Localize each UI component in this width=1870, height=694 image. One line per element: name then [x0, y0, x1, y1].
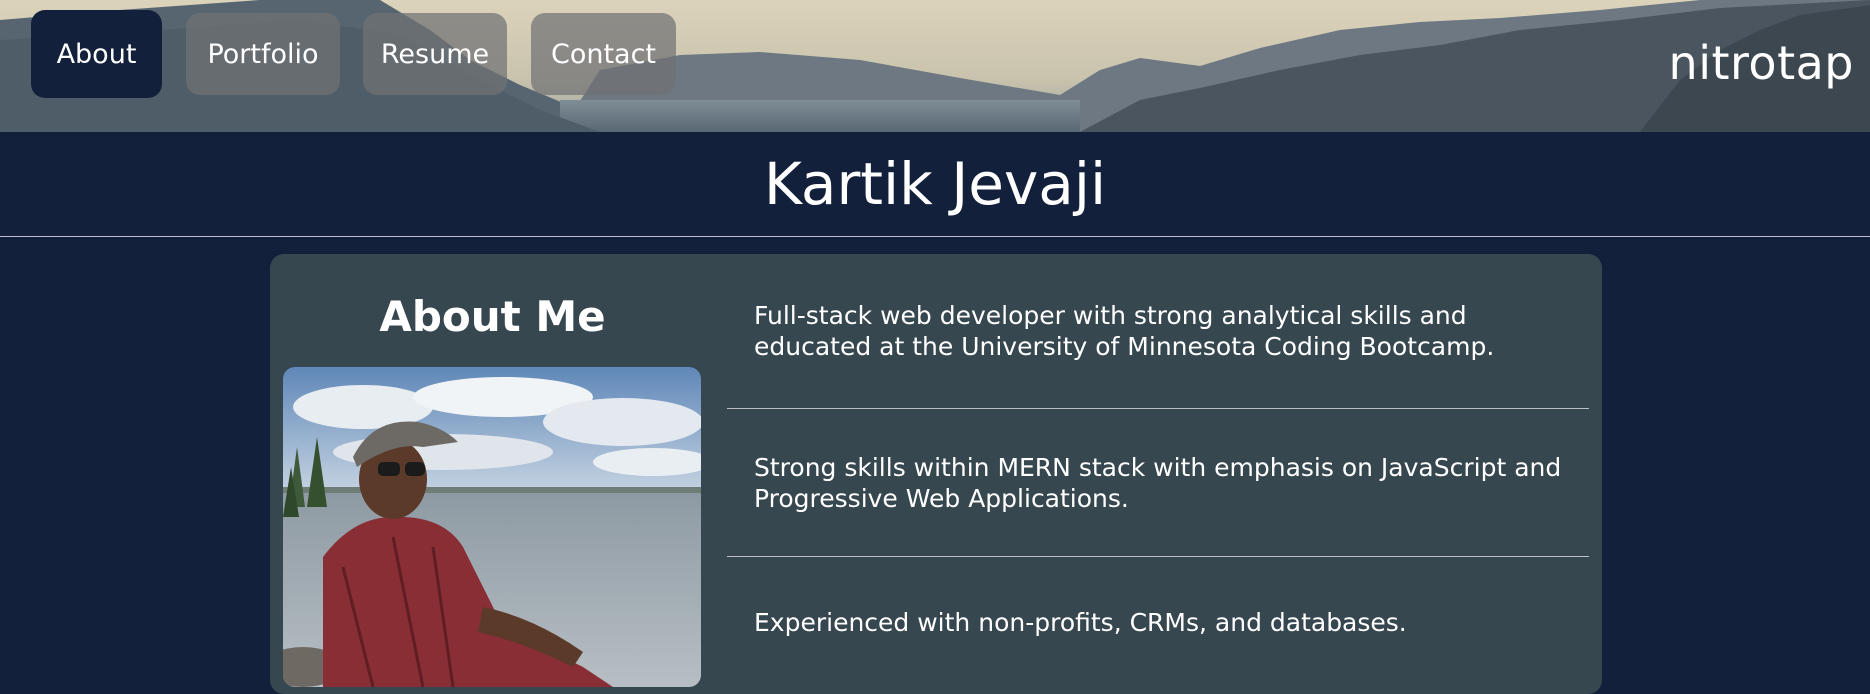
bio-text: Strong skills within MERN stack with emp… — [754, 452, 1562, 513]
header-banner: About Portfolio Resume Contact nitrotap — [0, 0, 1870, 132]
bio-list: Full-stack web developer with strong ana… — [727, 254, 1589, 687]
nav-tab-portfolio[interactable]: Portfolio — [186, 13, 340, 95]
nav-tab-resume[interactable]: Resume — [363, 13, 507, 95]
about-heading: About Me — [379, 292, 606, 341]
page-title: Kartik Jevaji — [763, 150, 1107, 218]
bio-item: Experienced with non-profits, CRMs, and … — [727, 557, 1589, 687]
bio-text: Full-stack web developer with strong ana… — [754, 301, 1495, 361]
bio-item: Strong skills within MERN stack with emp… — [727, 409, 1589, 557]
profile-photo — [283, 367, 701, 687]
brand-name[interactable]: nitrotap — [1669, 36, 1854, 90]
nav-tab-label: Portfolio — [207, 38, 319, 70]
nav-tab-label: Contact — [550, 38, 657, 70]
about-card: About Me Full-stack web developer with s… — [270, 254, 1602, 694]
nav-tab-about[interactable]: About — [31, 10, 162, 98]
nav-tab-label: About — [56, 38, 137, 70]
nav-tab-label: Resume — [380, 38, 490, 70]
profile-photo-image — [283, 367, 701, 687]
hero-section: Kartik Jevaji — [0, 132, 1870, 237]
bio-item: Full-stack web developer with strong ana… — [727, 254, 1589, 409]
bio-text: Experienced with non-profits, CRMs, and … — [754, 607, 1407, 637]
nav-tab-contact[interactable]: Contact — [531, 13, 676, 95]
